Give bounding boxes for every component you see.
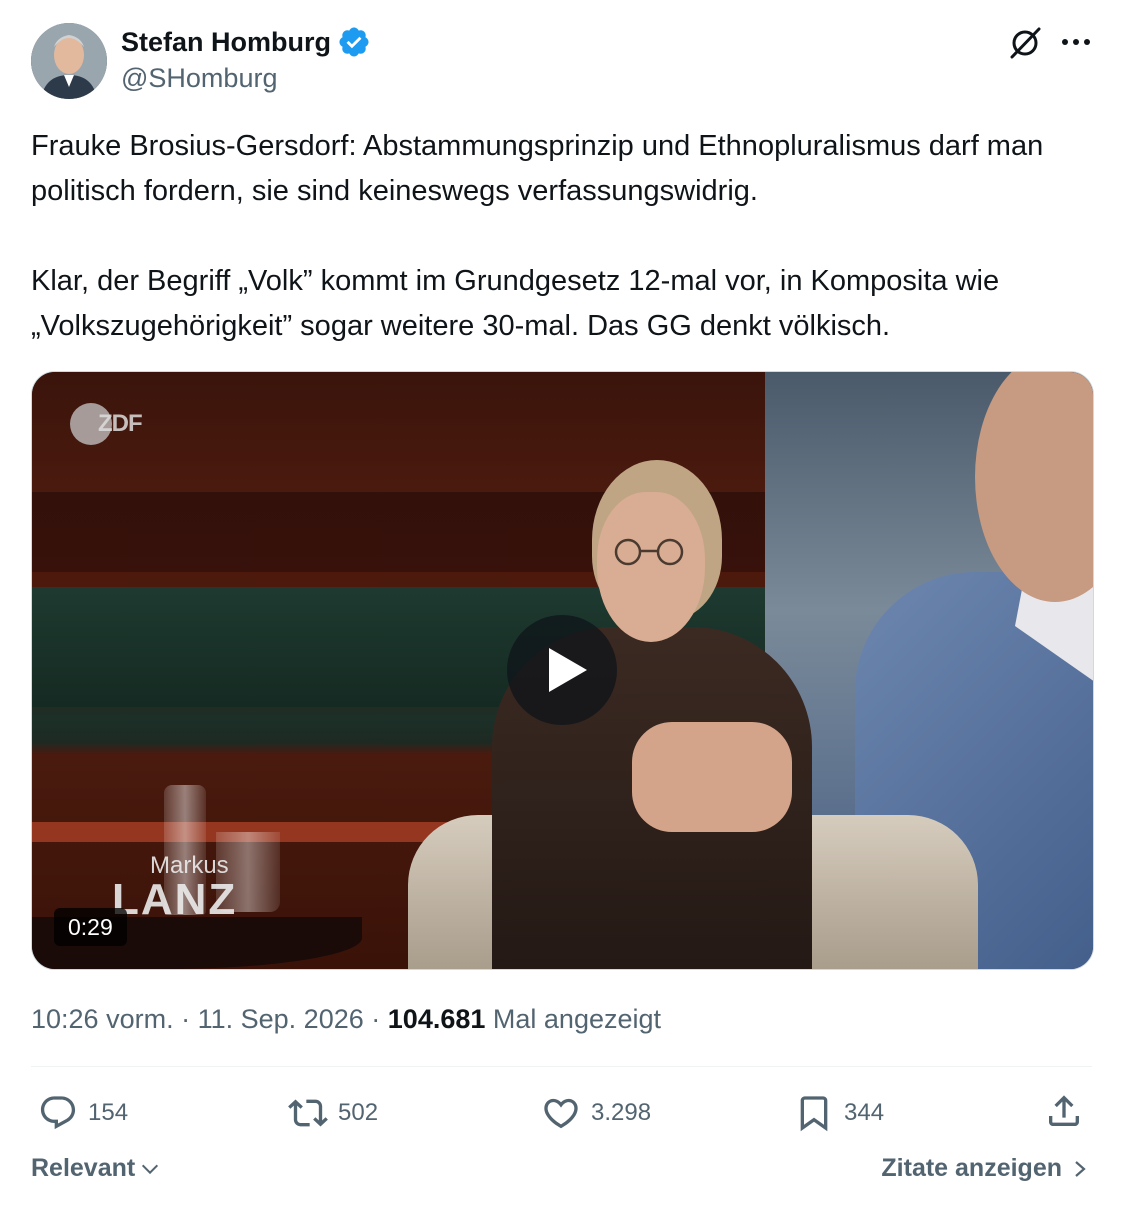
grok-icon[interactable]	[1006, 24, 1044, 62]
views-label: Mal angezeigt	[492, 1004, 662, 1034]
view-quotes-link[interactable]: Zitate anzeigen	[881, 1154, 1090, 1183]
heart-icon	[544, 1098, 578, 1129]
zdf-logo: ZDF	[70, 402, 143, 446]
avatar[interactable]	[31, 23, 107, 99]
author-name-row[interactable]: Stefan Homburg	[121, 25, 371, 59]
chevron-right-icon	[1075, 1160, 1086, 1177]
sort-dropdown[interactable]: Relevant	[31, 1154, 161, 1183]
background-screen-face	[975, 372, 1093, 602]
bookmark-button[interactable]: 344	[794, 1091, 884, 1135]
like-count: 3.298	[591, 1099, 652, 1126]
avatar-image	[31, 23, 107, 99]
divider	[31, 1066, 1092, 1067]
author-display-name[interactable]: Stefan Homburg	[121, 25, 331, 59]
more-icon[interactable]	[1058, 26, 1094, 58]
reply-button[interactable]: 154	[38, 1091, 128, 1135]
meta-separator: ·	[181, 1004, 191, 1034]
quotes-label: Zitate anzeigen	[881, 1154, 1062, 1182]
tweet-text: Frauke Brosius-Gersdorf: Abstammungsprin…	[31, 130, 1044, 342]
tweet-time[interactable]: 10:26 vorm.	[31, 1004, 174, 1034]
tweet-meta: 10:26 vorm. · 11. Sep. 2026 · 104.681 Ma…	[31, 1001, 661, 1037]
show-title-big: LANZ	[112, 875, 238, 924]
share-icon	[1049, 1095, 1079, 1126]
video-duration: 0:29	[54, 908, 127, 946]
like-button[interactable]: 3.298	[541, 1091, 651, 1135]
video-player[interactable]: ZDF Markus LANZ 0:29	[31, 371, 1094, 970]
chevron-down-icon	[142, 1164, 159, 1174]
verified-badge-icon[interactable]	[337, 25, 371, 59]
repost-icon	[288, 1099, 328, 1127]
bookmark-count: 344	[844, 1099, 885, 1126]
views-count: 104.681	[387, 1004, 486, 1034]
author-handle[interactable]: @SHomburg	[121, 61, 277, 95]
play-button[interactable]	[507, 615, 617, 725]
repost-count: 502	[338, 1099, 379, 1126]
share-button[interactable]	[1044, 1091, 1084, 1135]
repost-button[interactable]: 502	[288, 1091, 378, 1135]
show-title: Markus LANZ	[112, 854, 237, 922]
guest-glasses	[614, 538, 684, 566]
play-icon	[549, 648, 587, 692]
zdf-logo-text: ZDF	[98, 410, 143, 437]
reply-count: 154	[88, 1099, 129, 1126]
reply-icon	[40, 1096, 76, 1130]
meta-separator: ·	[371, 1004, 381, 1034]
guest-hands	[632, 722, 792, 832]
bookmark-icon	[800, 1096, 828, 1132]
tweet-date[interactable]: 11. Sep. 2026	[198, 1004, 364, 1034]
sort-label: Relevant	[31, 1154, 136, 1182]
